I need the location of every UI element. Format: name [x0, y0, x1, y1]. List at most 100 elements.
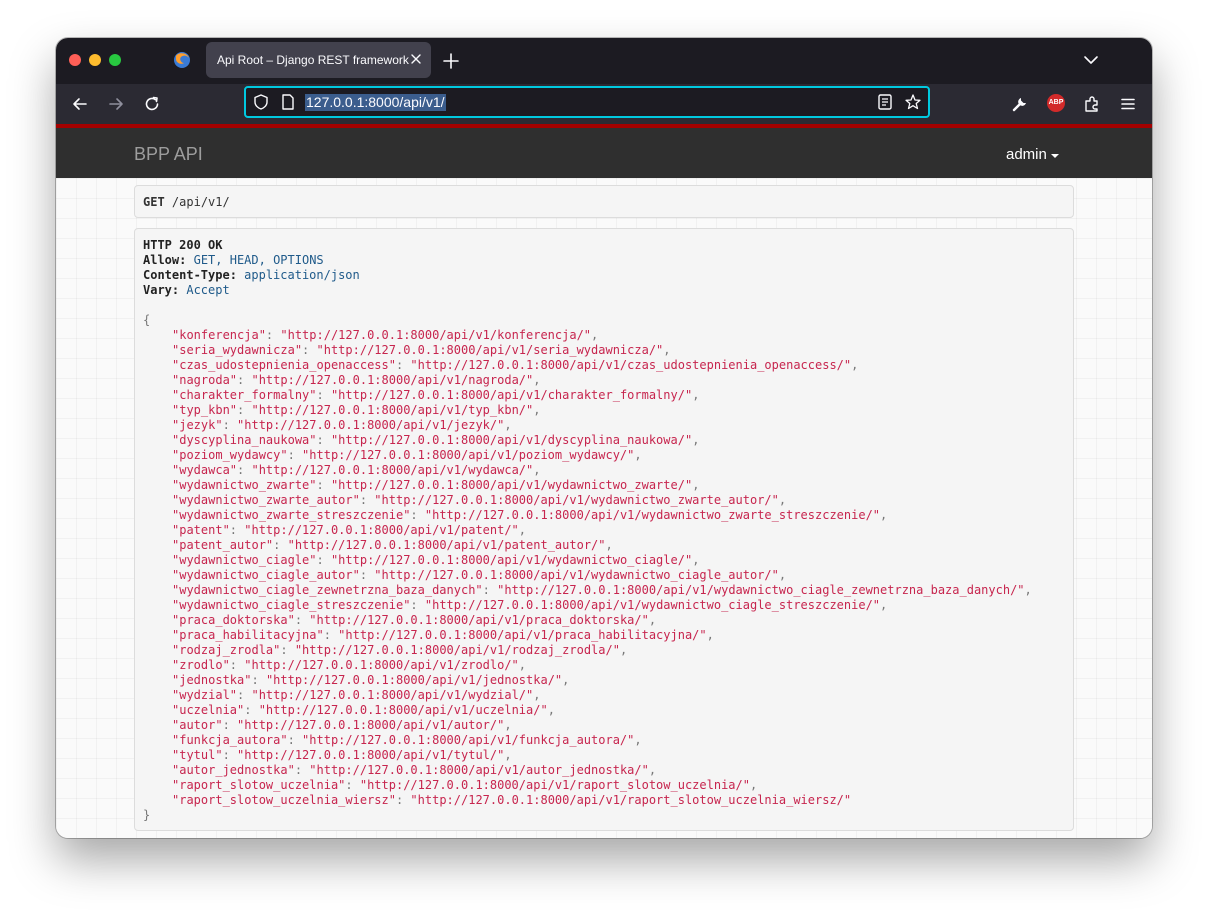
- header-name: Allow:: [143, 253, 187, 267]
- json-url-link[interactable]: "http://127.0.0.1:8000/api/v1/dyscyplina…: [331, 433, 692, 447]
- json-url-link[interactable]: "http://127.0.0.1:8000/api/v1/jednostka/…: [266, 673, 562, 687]
- json-url-link[interactable]: "http://127.0.0.1:8000/api/v1/typ_kbn/": [251, 403, 533, 417]
- json-key: "wydzial": [172, 688, 238, 702]
- json-key: "funkcja_autora": [172, 733, 288, 747]
- json-colon: :: [251, 673, 266, 687]
- json-separator: ,: [634, 448, 642, 462]
- json-url-link[interactable]: "http://127.0.0.1:8000/api/v1/patent_aut…: [288, 538, 606, 552]
- back-icon[interactable]: [71, 95, 89, 113]
- json-entry: "funkcja_autora": "http://127.0.0.1:8000…: [172, 733, 642, 748]
- json-colon: :: [302, 343, 317, 357]
- json-url-link[interactable]: "http://127.0.0.1:8000/api/v1/wydawnictw…: [374, 568, 779, 582]
- json-colon: :: [280, 643, 295, 657]
- minimize-window-button[interactable]: [89, 54, 101, 66]
- chevron-down-icon[interactable]: [1051, 154, 1059, 158]
- json-url-link[interactable]: "http://127.0.0.1:8000/api/v1/wydawnictw…: [331, 553, 692, 567]
- json-key: "raport_slotow_uczelnia_wiersz": [172, 793, 396, 807]
- json-url-link[interactable]: "http://127.0.0.1:8000/api/v1/charakter_…: [331, 388, 692, 402]
- reload-icon[interactable]: [143, 95, 161, 113]
- tab-close-icon[interactable]: [409, 52, 423, 66]
- json-key: "zrodlo": [172, 658, 230, 672]
- brand-link[interactable]: BPP API: [134, 144, 203, 165]
- json-separator: ,: [692, 433, 700, 447]
- url-text[interactable]: 127.0.0.1:8000/api/v1/: [305, 94, 446, 111]
- json-url-link[interactable]: "http://127.0.0.1:8000/api/v1/zrodlo/": [244, 658, 519, 672]
- json-entry: "autor": "http://127.0.0.1:8000/api/v1/a…: [172, 718, 512, 733]
- url-bar[interactable]: 127.0.0.1:8000/api/v1/: [244, 86, 930, 118]
- json-url-link[interactable]: "http://127.0.0.1:8000/api/v1/rodzaj_zro…: [295, 643, 620, 657]
- new-tab-icon[interactable]: [442, 52, 460, 70]
- json-url-link[interactable]: "http://127.0.0.1:8000/api/v1/wydawnictw…: [374, 493, 779, 507]
- json-separator: ,: [533, 373, 541, 387]
- json-url-link[interactable]: "http://127.0.0.1:8000/api/v1/raport_slo…: [410, 793, 851, 807]
- json-url-link[interactable]: "http://127.0.0.1:8000/api/v1/patent/": [244, 523, 519, 537]
- json-url-link[interactable]: "http://127.0.0.1:8000/api/v1/wydawnictw…: [331, 478, 692, 492]
- json-colon: :: [222, 418, 238, 432]
- extensions-icon[interactable]: [1083, 95, 1101, 113]
- tab-active[interactable]: Api Root – Django REST framework: [206, 42, 431, 78]
- json-url-link[interactable]: "http://127.0.0.1:8000/api/v1/poziom_wyd…: [302, 448, 634, 462]
- json-colon: :: [287, 448, 303, 462]
- tab-title: Api Root – Django REST framework: [217, 53, 409, 67]
- json-url-link[interactable]: "http://127.0.0.1:8000/api/v1/wydzial/": [251, 688, 533, 702]
- json-url-link[interactable]: "http://127.0.0.1:8000/api/v1/autor/": [237, 718, 504, 732]
- json-key: "seria_wydawnicza": [172, 343, 303, 357]
- browser-window: Api Root – Django REST framework 127.0.0…: [56, 38, 1152, 838]
- json-entry: "konferencja": "http://127.0.0.1:8000/ap…: [172, 328, 598, 343]
- json-url-link[interactable]: "http://127.0.0.1:8000/api/v1/wydawnictw…: [425, 508, 880, 522]
- json-colon: :: [316, 553, 331, 567]
- json-separator: ,: [518, 658, 527, 672]
- firefox-icon[interactable]: [172, 50, 192, 70]
- json-entry: "autor_jednostka": "http://127.0.0.1:800…: [172, 763, 656, 778]
- json-colon: :: [316, 433, 331, 447]
- adblock-icon[interactable]: ABP: [1047, 94, 1065, 112]
- json-key: "wydawnictwo_ciagle_autor": [172, 568, 360, 582]
- json-separator: ,: [518, 523, 527, 537]
- json-colon: :: [273, 538, 288, 552]
- json-url-link[interactable]: "http://127.0.0.1:8000/api/v1/nagroda/": [251, 373, 533, 387]
- user-menu[interactable]: admin: [1006, 146, 1047, 163]
- json-colon: :: [359, 493, 375, 507]
- json-url-link[interactable]: "http://127.0.0.1:8000/api/v1/raport_slo…: [360, 778, 750, 792]
- json-url-link[interactable]: "http://127.0.0.1:8000/api/v1/czas_udost…: [410, 358, 851, 372]
- json-separator: ,: [619, 643, 628, 657]
- zoom-window-button[interactable]: [109, 54, 121, 66]
- json-entry: "dyscyplina_naukowa": "http://127.0.0.1:…: [172, 433, 699, 448]
- json-key: "uczelnia": [172, 703, 245, 717]
- json-url-link[interactable]: "http://127.0.0.1:8000/api/v1/autor_jedn…: [309, 763, 649, 777]
- json-separator: ,: [851, 358, 859, 372]
- wrench-icon[interactable]: [1011, 95, 1029, 113]
- forward-icon[interactable]: [107, 95, 125, 113]
- close-window-button[interactable]: [69, 54, 81, 66]
- json-url-link[interactable]: "http://127.0.0.1:8000/api/v1/konferencj…: [280, 328, 591, 342]
- tab-list-icon[interactable]: [1083, 53, 1099, 67]
- json-entry: "seria_wydawnicza": "http://127.0.0.1:80…: [172, 343, 671, 358]
- json-url-link[interactable]: "http://127.0.0.1:8000/api/v1/uczelnia/": [259, 703, 548, 717]
- shield-icon[interactable]: [252, 93, 270, 111]
- json-colon: :: [410, 508, 425, 522]
- json-url-link[interactable]: "http://127.0.0.1:8000/api/v1/praca_dokt…: [309, 613, 649, 627]
- json-url-link[interactable]: "http://127.0.0.1:8000/api/v1/funkcja_au…: [302, 733, 634, 747]
- json-colon: :: [222, 748, 238, 762]
- json-url-link[interactable]: "http://127.0.0.1:8000/api/v1/tytul/": [237, 748, 504, 762]
- json-entry: "tytul": "http://127.0.0.1:8000/api/v1/t…: [172, 748, 512, 763]
- json-colon: :: [294, 763, 310, 777]
- json-url-link[interactable]: "http://127.0.0.1:8000/api/v1/praca_habi…: [338, 628, 706, 642]
- menu-icon[interactable]: [1119, 95, 1137, 113]
- bookmark-star-icon[interactable]: [904, 93, 922, 111]
- json-url-link[interactable]: "http://127.0.0.1:8000/api/v1/wydawca/": [251, 463, 533, 477]
- json-entry: "jednostka": "http://127.0.0.1:8000/api/…: [172, 673, 569, 688]
- json-key: "jezyk": [172, 418, 223, 432]
- reader-view-icon[interactable]: [876, 93, 894, 111]
- json-entry: "praca_doktorska": "http://127.0.0.1:800…: [172, 613, 656, 628]
- page-icon[interactable]: [279, 93, 297, 111]
- json-url-link[interactable]: "http://127.0.0.1:8000/api/v1/jezyk/": [237, 418, 504, 432]
- json-url-link[interactable]: "http://127.0.0.1:8000/api/v1/seria_wyda…: [317, 343, 664, 357]
- json-entry: "wydawnictwo_ciagle": "http://127.0.0.1:…: [172, 553, 699, 568]
- json-key: "praca_habilitacyjna": [172, 628, 324, 642]
- header-value: GET, HEAD, OPTIONS: [193, 253, 324, 267]
- response-info: HTTP 200 OK Allow: GET, HEAD, OPTIONS Co…: [134, 228, 1074, 831]
- json-separator: ,: [648, 613, 657, 627]
- json-url-link[interactable]: "http://127.0.0.1:8000/api/v1/wydawnictw…: [497, 583, 1024, 597]
- json-url-link[interactable]: "http://127.0.0.1:8000/api/v1/wydawnictw…: [425, 598, 880, 612]
